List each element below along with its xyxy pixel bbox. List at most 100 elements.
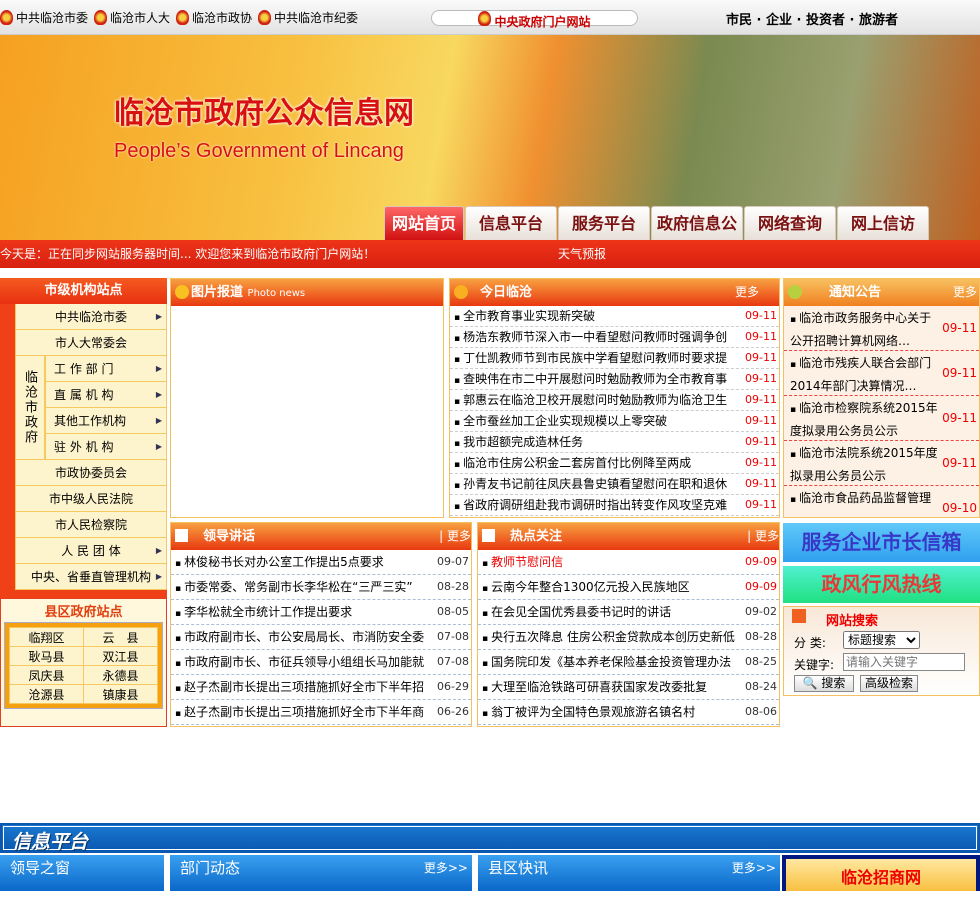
org-link[interactable]: 中共临沧市委 ▶: [15, 304, 167, 330]
list-item[interactable]: 临沧市住房公积金二套房首付比例降至两成 09-11: [450, 453, 779, 474]
more-link[interactable]: | 更多: [439, 523, 471, 550]
item-title: 杨浩东教师节深入市一中看望慰问教师时强调争创: [463, 330, 728, 344]
more-link[interactable]: 更多: [735, 279, 759, 306]
org-link[interactable]: 市政协委员会: [15, 460, 167, 486]
central-gov-portal-link[interactable]: 中央政府门户网站: [431, 10, 638, 29]
list-item[interactable]: 翁丁被评为全国特色景观旅游名镇名村 08-06: [478, 700, 779, 725]
top-link[interactable]: 临沧市政协: [176, 0, 252, 35]
list-item[interactable]: 赵子杰副市长提出三项措施抓好全市下半年招 06-29: [171, 675, 471, 700]
notice-item[interactable]: 临沧市残疾人联合会部门2014年部门决算情况…09-11: [784, 351, 979, 396]
mayor-mailbox-banner[interactable]: 服务企业市长信箱: [783, 523, 980, 562]
tab-5[interactable]: 网上信访: [837, 206, 929, 240]
org-link[interactable]: 中央、省垂直管理机构 ▶: [15, 564, 167, 590]
notice-item[interactable]: 临沧市法院系统2015年度拟录用公务员公示09-11: [784, 441, 979, 486]
county-link[interactable]: 耿马县: [9, 646, 84, 666]
weather-link[interactable]: 天气预报: [558, 240, 606, 268]
item-title: 云南今年整合1300亿元投入民族地区: [491, 580, 690, 594]
item-title: 市政府副市长、市公安局局长、市消防安全委: [184, 630, 425, 644]
item-date: 08-24: [743, 675, 777, 699]
city-org-sites: 市级机构站点 中共临沧市委 ▶ 市人大常委会 临沧市政府工 作 部 门 ▶ 直 属 机 …: [0, 278, 167, 598]
org-link-label: 人 民 团 体: [61, 544, 121, 558]
list-item[interactable]: 省政府调研组赴我市调研时指出转变作风攻坚克难 09-11: [450, 495, 779, 516]
list-item[interactable]: 郭惠云在临沧卫校开展慰问时勉励教师为临沧卫生 09-11: [450, 390, 779, 411]
list-item[interactable]: 央行五次降息 住房公积金贷款成本创历史新低 08-28: [478, 625, 779, 650]
list-item[interactable]: 市政府副市长、市公安局局长、市消防安全委 07-08: [171, 625, 471, 650]
triangle-right-icon: ▶: [155, 416, 162, 425]
search-button[interactable]: 🔍 搜索: [794, 675, 854, 692]
list-item[interactable]: 大理至临沧铁路可研喜获国家发改委批复 08-24: [478, 675, 779, 700]
county-link[interactable]: 永德县: [83, 665, 158, 685]
org-link[interactable]: 人 民 团 体 ▶: [15, 538, 167, 564]
gov-org-link[interactable]: 其他工作机构 ▶: [45, 408, 167, 434]
flag-icon: [482, 529, 495, 542]
item-title: 我市超额完成造林任务: [463, 435, 584, 449]
category-select[interactable]: 标题搜索: [843, 631, 920, 649]
notice-item[interactable]: 临沧市政务服务中心关于公开招聘计算机网络…09-11: [784, 306, 979, 351]
tab-3[interactable]: 政府信息公开: [651, 206, 743, 267]
more-link[interactable]: 更多>>: [732, 855, 776, 881]
top-bar: 中共临沧市委 临沧市人大 临沧市政协 中共临沧市纪委 中央政府门户网站 市民 · 企业…: [0, 0, 980, 35]
item-date: 09-09: [743, 550, 777, 574]
org-link-label: 市政协委员会: [54, 466, 127, 480]
item-title: 翁丁被评为全国特色景观旅游名镇名村: [491, 705, 696, 719]
photo-news-panel: 图片报道 Photo news: [170, 278, 444, 518]
more-link[interactable]: 更多>>: [424, 855, 468, 881]
org-link[interactable]: 市中级人民法院: [15, 486, 167, 512]
org-link[interactable]: 市人民检察院: [15, 512, 167, 538]
more-link[interactable]: | 更多: [747, 523, 779, 550]
list-item[interactable]: 市委常委、常务副市长李华松在“三严三实” 08-28: [171, 575, 471, 600]
item-date: 09-07: [435, 550, 469, 574]
list-item[interactable]: 杨浩东教师节深入市一中看望慰问教师时强调争创 09-11: [450, 327, 779, 348]
bulb-icon: [175, 285, 189, 299]
org-link-label: 中央、省垂直管理机构: [30, 570, 151, 584]
tab-4[interactable]: 网络查询: [744, 206, 836, 240]
more-link[interactable]: 更多: [953, 279, 977, 306]
list-item[interactable]: 林俊秘书长对办公室工作提出5点要求 09-07: [171, 550, 471, 575]
tab-1[interactable]: 信息平台: [465, 206, 557, 240]
list-item[interactable]: 全市蚕丝加工企业实现规模以上零突破 09-11: [450, 411, 779, 432]
list-item[interactable]: 市政府副市长、市征兵领导小组组长马加能就 07-08: [171, 650, 471, 675]
list-item[interactable]: 在会见全国优秀县委书记时的讲话 09-02: [478, 600, 779, 625]
list-item[interactable]: 云南今年整合1300亿元投入民族地区 09-09: [478, 575, 779, 600]
county-link[interactable]: 沧源县: [9, 684, 84, 704]
list-item[interactable]: 国务院印发《基本养老保险基金投资管理办法 08-25: [478, 650, 779, 675]
item-date: 09-09: [743, 575, 777, 599]
tab-0[interactable]: 网站首页: [384, 206, 464, 240]
investment-ad[interactable]: 临沧招商网: [782, 855, 980, 891]
county-link[interactable]: 镇康县: [83, 684, 158, 704]
item-date: 07-08: [435, 625, 469, 649]
list-item[interactable]: 教师节慰问信 09-09: [478, 550, 779, 575]
item-title: 临沧市住房公积金二套房首付比例降至两成: [463, 456, 692, 470]
list-item[interactable]: 我市超额完成造林任务 09-11: [450, 432, 779, 453]
list-item[interactable]: 赵子杰副市长提出三项措施抓好全市下半年商 06-26: [171, 700, 471, 725]
item-date: 09-11: [743, 495, 777, 515]
gov-org-link[interactable]: 驻 外 机 构 ▶: [45, 434, 167, 460]
top-link-label: 临沧市政协: [192, 11, 253, 25]
top-link[interactable]: 中共临沧市委: [0, 0, 88, 35]
hotline-banner[interactable]: 政风行风热线: [783, 566, 980, 603]
item-title: 丁仕凯教师节到市民族中学看望慰问教师时要求提: [463, 351, 728, 365]
county-link[interactable]: 双江县: [83, 646, 158, 666]
item-title: 教师节慰问信: [491, 555, 564, 569]
notice-panel: 通知公告更多 临沧市政务服务中心关于公开招聘计算机网络…09-11临沧市残疾人联…: [783, 278, 980, 518]
advanced-search-button[interactable]: 高级检索: [860, 675, 918, 692]
list-item[interactable]: 李华松就全市统计工作提出要求 08-05: [171, 600, 471, 625]
notice-item[interactable]: 临沧市食品药品监督管理09-10: [784, 486, 979, 516]
keyword-input[interactable]: [843, 653, 965, 671]
gov-org-link[interactable]: 直 属 机 构 ▶: [45, 382, 167, 408]
gov-org-link[interactable]: 工 作 部 门 ▶: [45, 356, 167, 382]
item-date: 08-28: [435, 575, 469, 599]
org-link-label: 市中级人民法院: [48, 492, 133, 506]
top-link[interactable]: 临沧市人大: [94, 0, 170, 35]
notice-item[interactable]: 临沧市检察院系统2015年度拟录用公务员公示09-11: [784, 396, 979, 441]
county-link[interactable]: 临翔区: [9, 627, 84, 647]
top-link[interactable]: 中共临沧市纪委: [258, 0, 358, 35]
list-item[interactable]: 查映伟在市二中开展慰问时勉励教师为全市教育事 09-11: [450, 369, 779, 390]
list-item[interactable]: 丁仕凯教师节到市民族中学看望慰问教师时要求提 09-11: [450, 348, 779, 369]
tab-2[interactable]: 服务平台: [558, 206, 650, 240]
org-link[interactable]: 市人大常委会: [15, 330, 167, 356]
county-link[interactable]: 云 县: [83, 627, 158, 647]
county-link[interactable]: 凤庆县: [9, 665, 84, 685]
list-item[interactable]: 孙青友书记前往凤庆县鲁史镇看望慰问在职和退休 09-11: [450, 474, 779, 495]
list-item[interactable]: 全市教育事业实现新突破 09-11: [450, 306, 779, 327]
